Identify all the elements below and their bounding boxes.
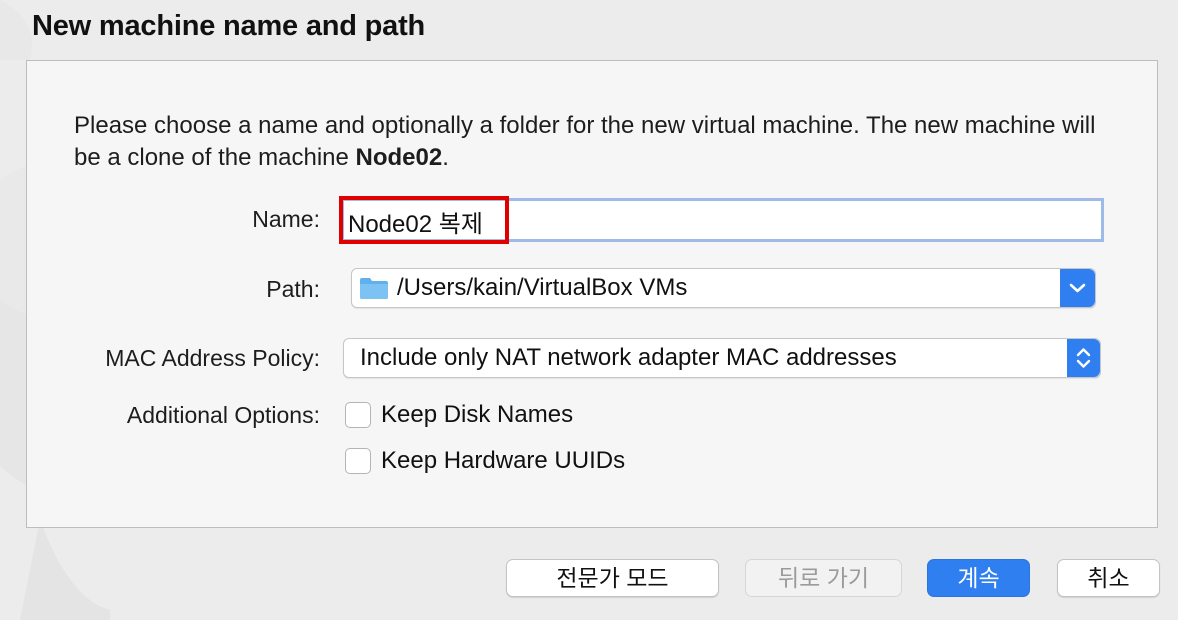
keep-hardware-uuids-label[interactable]: Keep Hardware UUIDs <box>381 447 625 475</box>
additional-options-label: Additional Options: <box>126 402 320 428</box>
path-label: Path: <box>266 276 320 302</box>
back-button[interactable]: 뒤로 가기 <box>745 559 902 597</box>
description-end: . <box>442 144 449 171</box>
expert-mode-button[interactable]: 전문가 모드 <box>506 559 719 597</box>
description-text: Please choose a name and optionally a fo… <box>74 112 1096 171</box>
mac-policy-value: Include only NAT network adapter MAC add… <box>360 344 897 371</box>
keep-disk-names-label[interactable]: Keep Disk Names <box>381 401 573 429</box>
continue-button[interactable]: 계속 <box>927 559 1030 597</box>
folder-icon <box>360 278 388 299</box>
path-value: /Users/kain/VirtualBox VMs <box>397 274 688 301</box>
mac-policy-stepper[interactable] <box>1067 339 1100 377</box>
source-machine-name: Node02 <box>355 144 443 171</box>
name-input-value[interactable]: Node02 복제 <box>348 204 483 239</box>
dialog-title: New machine name and path <box>32 10 426 42</box>
path-dropdown-button[interactable] <box>1060 269 1095 307</box>
dialog-description: Please choose a name and optionally a fo… <box>74 110 1114 174</box>
keep-hardware-uuids-checkbox[interactable] <box>345 448 371 474</box>
keep-disk-names-checkbox[interactable] <box>345 402 371 428</box>
up-down-chevron-icon <box>1076 348 1091 368</box>
chevron-down-icon <box>1069 283 1086 293</box>
mac-policy-label: MAC Address Policy: <box>105 345 320 371</box>
name-label: Name: <box>252 206 320 232</box>
cancel-button[interactable]: 취소 <box>1057 559 1160 597</box>
